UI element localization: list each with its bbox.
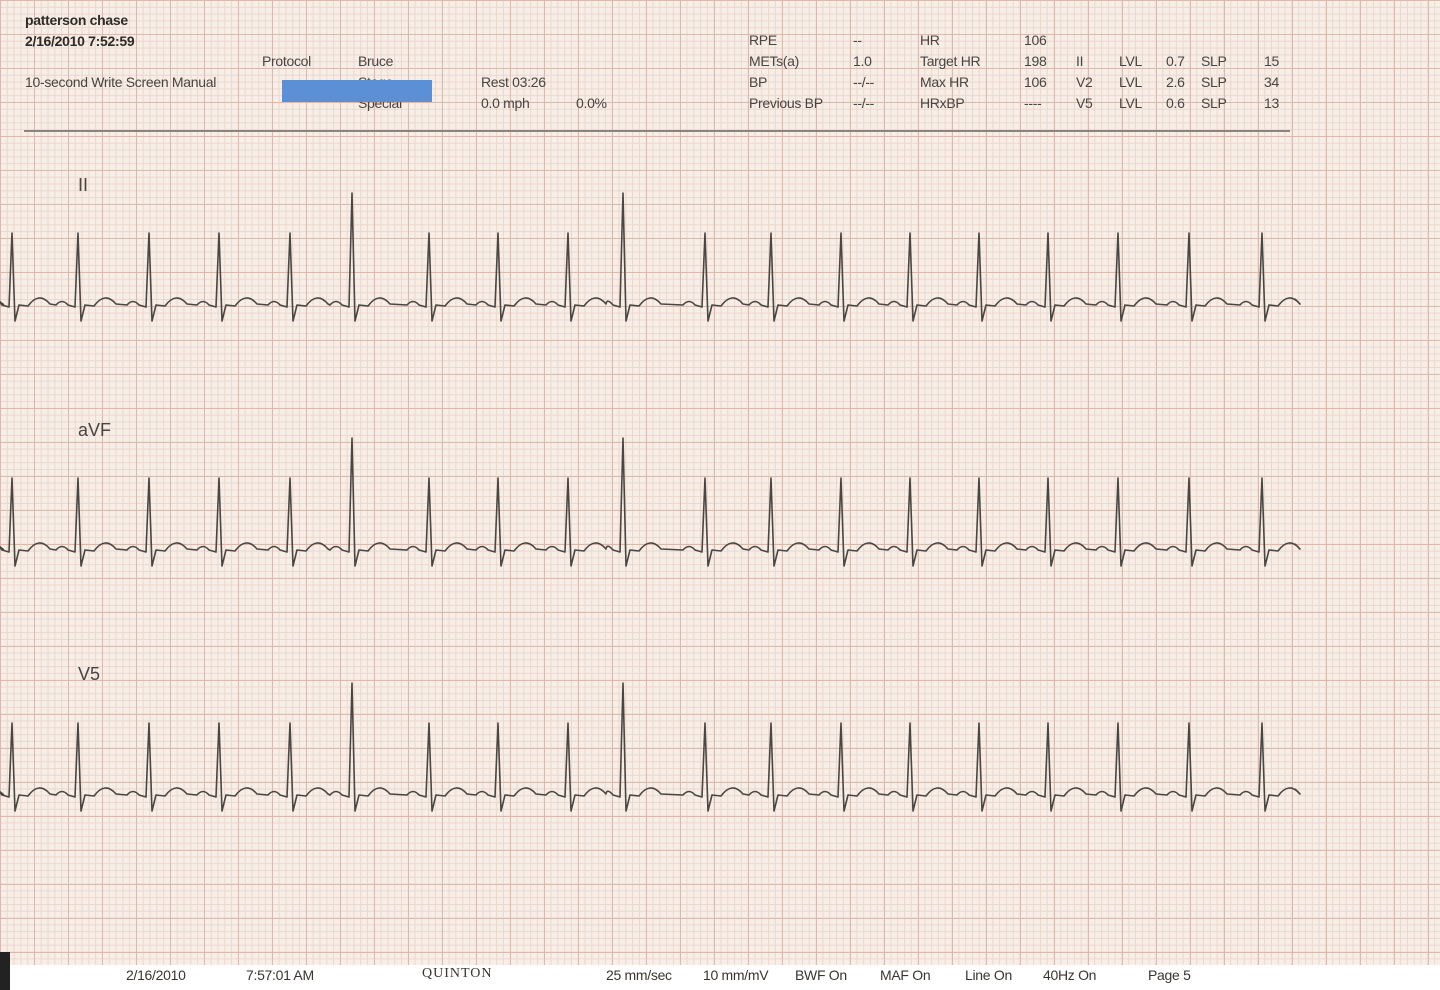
footer-speed: 25 mm/sec — [606, 967, 672, 983]
footer-gain: 10 mm/mV — [703, 967, 769, 983]
ecg-trace-v5 — [0, 682, 1301, 812]
footer-bwf: BWF On — [795, 967, 847, 983]
footer-page: Page 5 — [1148, 967, 1191, 983]
page-edge-mark — [0, 952, 10, 990]
ecg-trace-ii — [0, 192, 1301, 322]
footer-date: 2/16/2010 — [126, 967, 186, 983]
quinton-logo: QUINTON — [422, 966, 493, 981]
footer-line: Line On — [965, 967, 1012, 983]
footer-maf: MAF On — [880, 967, 931, 983]
footer-bar: 2/16/2010 7:57:01 AM QUINTON 25 mm/sec 1… — [0, 965, 1440, 990]
ecg-traces — [0, 192, 1301, 812]
ecg-trace-avf — [0, 437, 1301, 567]
footer-time: 7:57:01 AM — [246, 967, 314, 983]
footer-filter: 40Hz On — [1043, 967, 1097, 983]
